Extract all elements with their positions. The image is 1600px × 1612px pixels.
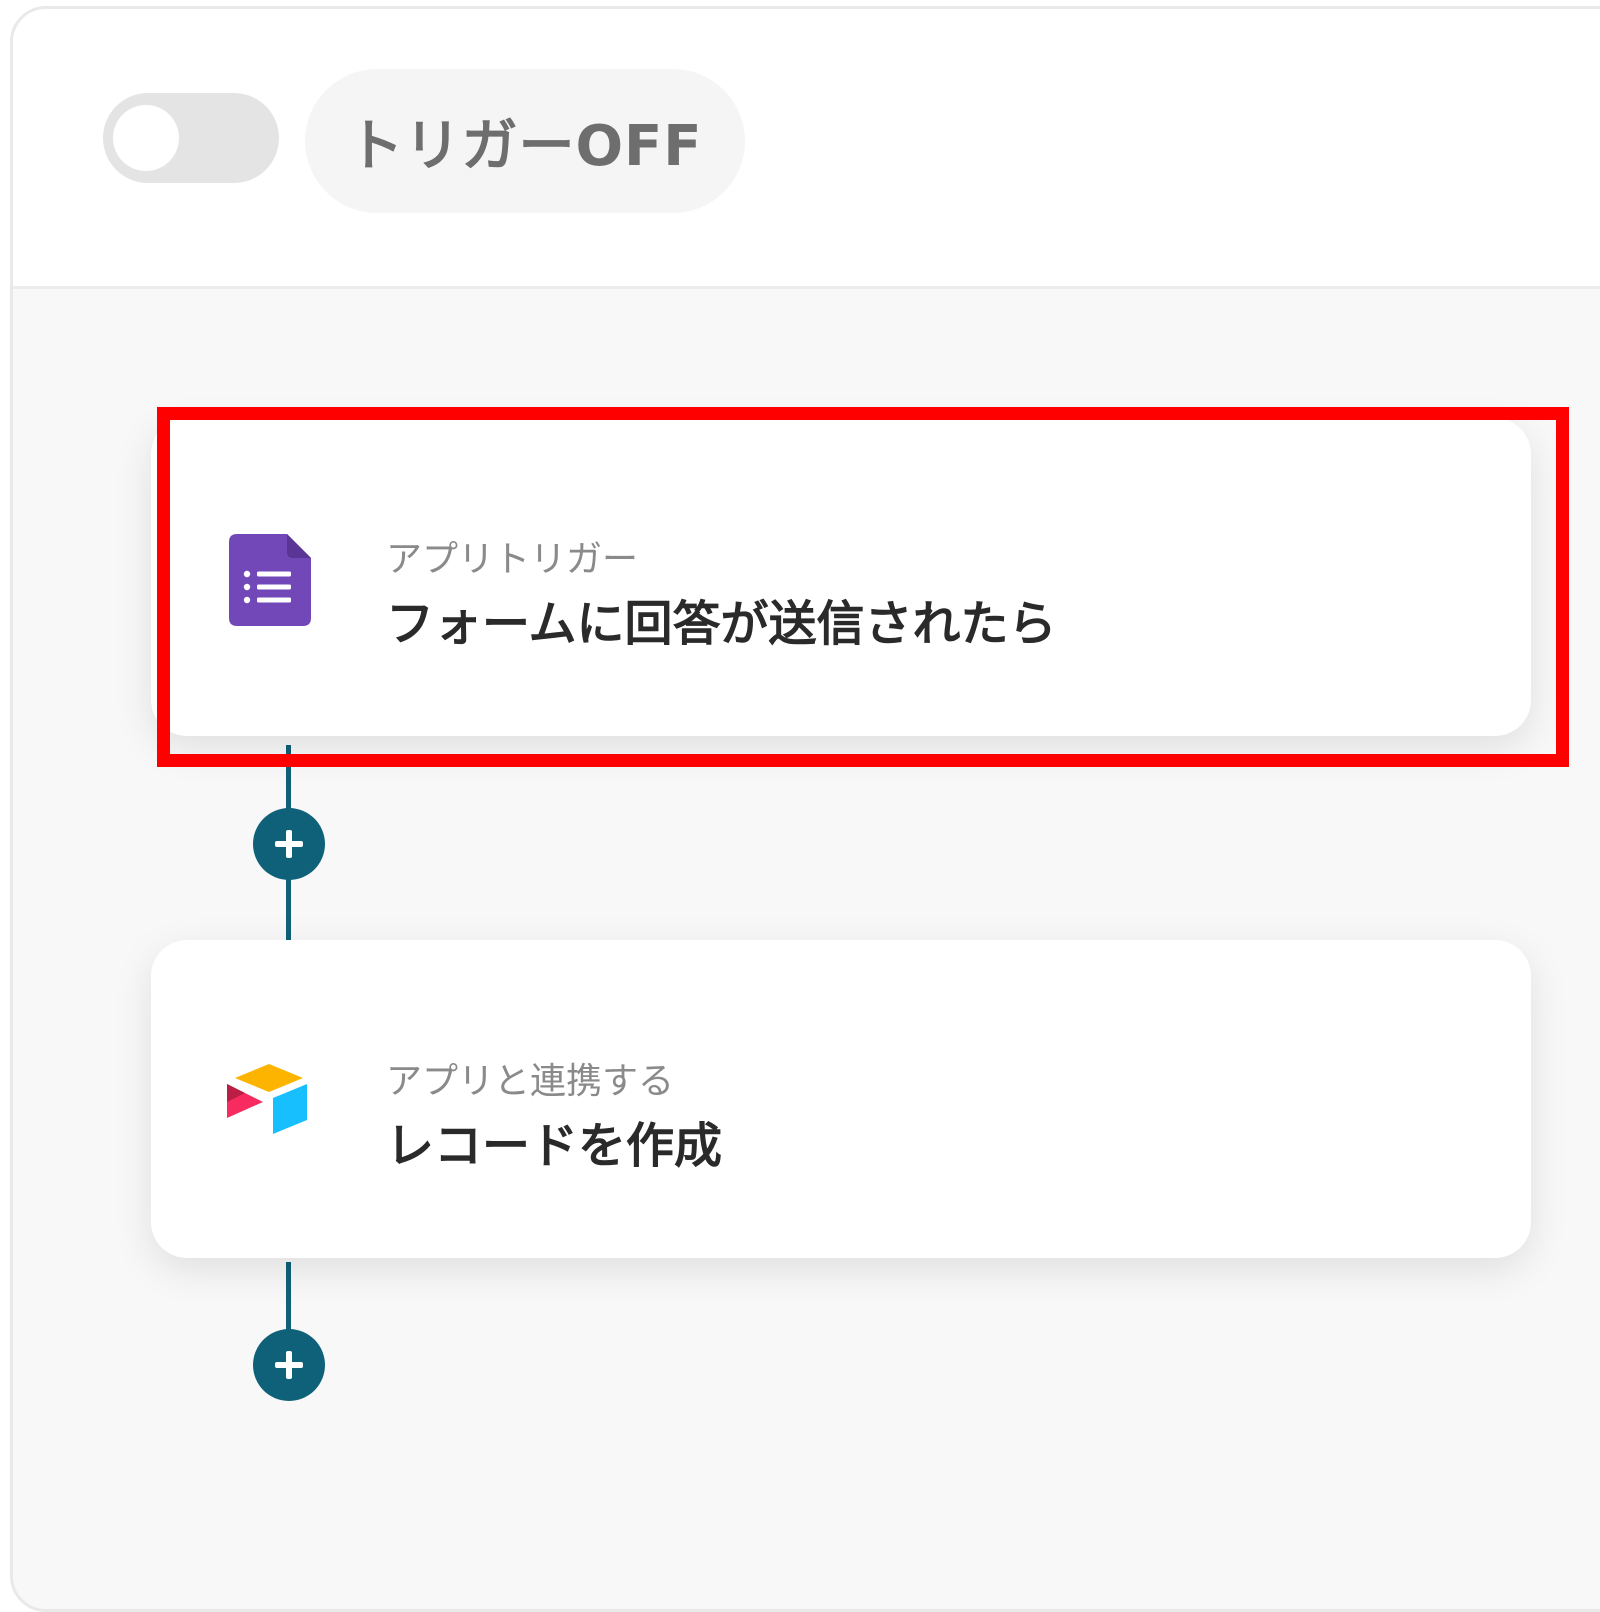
step-card-trigger[interactable]: アプリトリガー フォームに回答が送信されたら xyxy=(151,418,1531,736)
google-forms-icon xyxy=(219,526,319,626)
flow-editor-panel: トリガーOFF xyxy=(10,6,1600,1612)
trigger-status-label: トリガーOFF xyxy=(347,113,703,179)
plus-icon xyxy=(275,830,303,858)
step-card-action[interactable]: アプリと連携する レコードを作成 xyxy=(151,940,1531,1258)
flow-header: トリガーOFF xyxy=(13,9,1600,289)
step-type-label: アプリトリガー xyxy=(386,539,639,580)
trigger-toggle[interactable] xyxy=(103,93,279,183)
step-title: レコードを作成 xyxy=(386,1118,723,1174)
add-step-button[interactable] xyxy=(253,808,325,880)
trigger-status-badge: トリガーOFF xyxy=(305,69,745,213)
plus-icon xyxy=(275,1351,303,1379)
add-step-button[interactable] xyxy=(253,1329,325,1401)
airtable-icon xyxy=(219,1048,319,1148)
step-title: フォームに回答が送信されたら xyxy=(386,596,1057,652)
toggle-knob xyxy=(113,105,179,171)
step-type-label: アプリと連携する xyxy=(386,1061,675,1102)
